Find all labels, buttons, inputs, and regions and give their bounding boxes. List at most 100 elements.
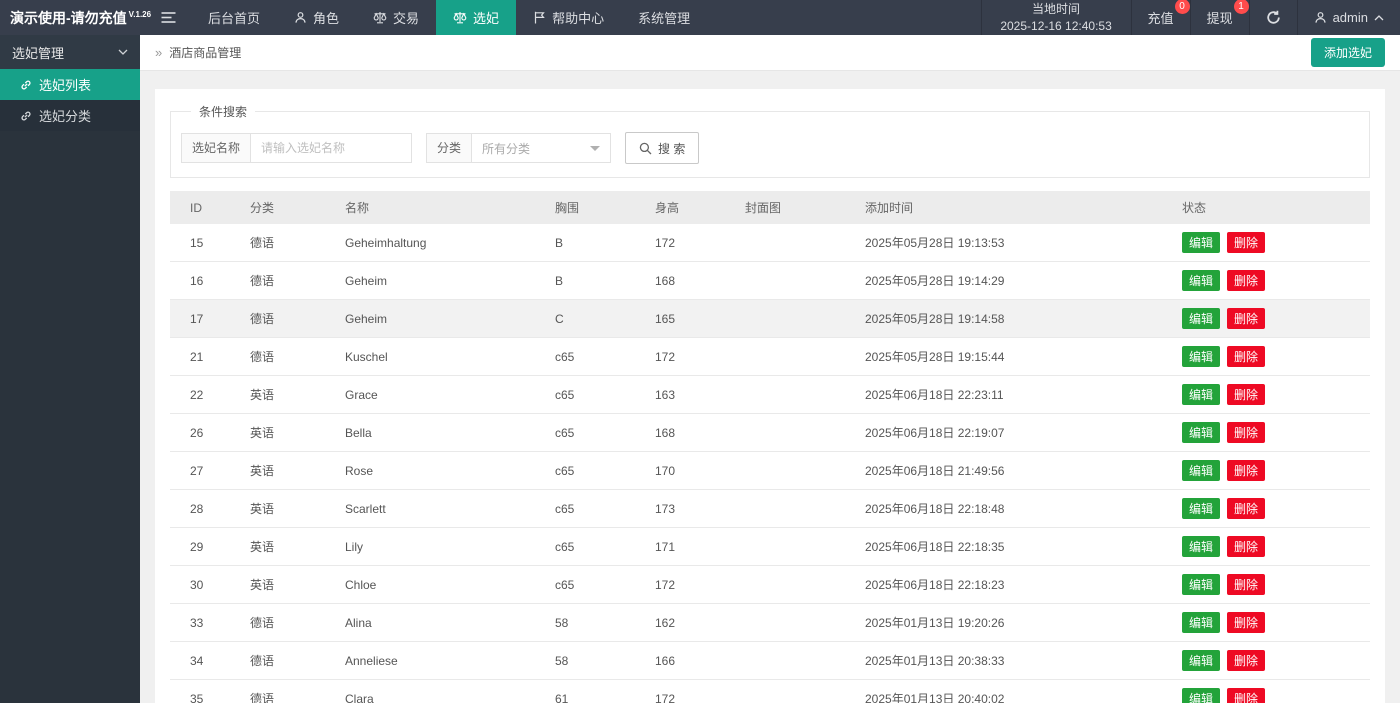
cell-id: 28 (170, 490, 240, 528)
delete-button[interactable]: 删除 (1227, 536, 1265, 557)
nav-item-system[interactable]: 系统管理 (621, 0, 707, 35)
cell-status: 编辑删除 (1172, 414, 1370, 452)
cell-height: 173 (645, 490, 735, 528)
delete-button[interactable]: 删除 (1227, 650, 1265, 671)
delete-button[interactable]: 删除 (1227, 460, 1265, 481)
edit-button[interactable]: 编辑 (1182, 384, 1220, 405)
cell-cover (735, 566, 855, 604)
delete-button[interactable]: 删除 (1227, 612, 1265, 633)
nav-item-home[interactable]: 后台首页 (191, 0, 277, 35)
search-fieldset: 条件搜索 选妃名称 分类 所有分类 (170, 103, 1370, 178)
delete-button[interactable]: 删除 (1227, 422, 1265, 443)
sidebar-group-xuanfei-management[interactable]: 选妃管理 (0, 35, 140, 69)
category-select-label: 分类 (426, 133, 471, 163)
cell-status: 编辑删除 (1172, 338, 1370, 376)
xuanfei-name-input[interactable] (250, 133, 412, 163)
chevron-down-icon (118, 49, 128, 55)
username: admin (1333, 10, 1368, 25)
person-icon (294, 11, 307, 24)
table-row: 29英语Lilyc651712025年06月18日 22:18:35编辑删除 (170, 528, 1370, 566)
column-header-name: 名称 (335, 191, 545, 224)
table-header-row: ID 分类 名称 胸围 身高 封面图 添加时间 状态 (170, 191, 1370, 224)
cell-height: 171 (645, 528, 735, 566)
edit-button[interactable]: 编辑 (1182, 308, 1220, 329)
topbar-right: 当地时间 2025-12-16 12:40:53 充值 0 提现 1 admin (981, 0, 1400, 35)
delete-button[interactable]: 删除 (1227, 498, 1265, 519)
sidebar-toggle-button[interactable] (145, 0, 191, 35)
user-menu[interactable]: admin (1297, 0, 1400, 35)
cell-id: 16 (170, 262, 240, 300)
edit-button[interactable]: 编辑 (1182, 650, 1220, 671)
edit-button[interactable]: 编辑 (1182, 498, 1220, 519)
cell-bust: c65 (545, 414, 645, 452)
main-layout: 选妃管理 选妃列表 选妃分类 » 酒店商品管理 添加选妃 (0, 35, 1400, 703)
cell-time: 2025年06月18日 22:23:11 (855, 376, 1172, 414)
search-icon (639, 142, 652, 155)
cell-status: 编辑删除 (1172, 452, 1370, 490)
cell-category: 德语 (240, 224, 335, 262)
cell-category: 英语 (240, 376, 335, 414)
nav-item-roles[interactable]: 角色 (277, 0, 356, 35)
edit-button[interactable]: 编辑 (1182, 270, 1220, 291)
nav-item-xuanfei[interactable]: 选妃 (436, 0, 516, 35)
edit-button[interactable]: 编辑 (1182, 422, 1220, 443)
cell-height: 162 (645, 604, 735, 642)
edit-button[interactable]: 编辑 (1182, 612, 1220, 633)
topbar-spacer (707, 0, 980, 35)
column-header-status: 状态 (1172, 191, 1370, 224)
edit-button[interactable]: 编辑 (1182, 688, 1220, 703)
edit-button[interactable]: 编辑 (1182, 460, 1220, 481)
sidebar-item-label: 选妃分类 (39, 106, 91, 125)
category-select[interactable]: 所有分类 (471, 133, 611, 163)
cell-name: Clara (335, 680, 545, 703)
sidebar-item-xuanfei-list[interactable]: 选妃列表 (0, 69, 140, 100)
edit-button[interactable]: 编辑 (1182, 536, 1220, 557)
cell-time: 2025年06月18日 21:49:56 (855, 452, 1172, 490)
cell-height: 172 (645, 338, 735, 376)
delete-button[interactable]: 删除 (1227, 232, 1265, 253)
cell-cover (735, 452, 855, 490)
withdraw-button[interactable]: 提现 1 (1190, 0, 1249, 35)
cell-bust: c65 (545, 338, 645, 376)
cell-height: 168 (645, 262, 735, 300)
column-header-height: 身高 (645, 191, 735, 224)
content-area: » 酒店商品管理 添加选妃 条件搜索 选妃名称 分类 (140, 35, 1400, 703)
cell-id: 26 (170, 414, 240, 452)
cell-category: 英语 (240, 566, 335, 604)
cell-height: 172 (645, 224, 735, 262)
cell-bust: B (545, 224, 645, 262)
nav-item-help-center[interactable]: 帮助中心 (516, 0, 621, 35)
cell-status: 编辑删除 (1172, 566, 1370, 604)
cell-status: 编辑删除 (1172, 528, 1370, 566)
refresh-button[interactable] (1249, 0, 1297, 35)
link-icon (20, 110, 32, 122)
column-header-bust: 胸围 (545, 191, 645, 224)
search-button[interactable]: 搜 索 (625, 132, 699, 164)
table-row: 30英语Chloec651722025年06月18日 22:18:23编辑删除 (170, 566, 1370, 604)
sidebar-item-xuanfei-category[interactable]: 选妃分类 (0, 100, 140, 131)
delete-button[interactable]: 删除 (1227, 346, 1265, 367)
cell-category: 德语 (240, 642, 335, 680)
cell-cover (735, 642, 855, 680)
nav-item-trade[interactable]: 交易 (356, 0, 436, 35)
cell-status: 编辑删除 (1172, 224, 1370, 262)
add-xuanfei-button[interactable]: 添加选妃 (1311, 38, 1385, 67)
edit-button[interactable]: 编辑 (1182, 232, 1220, 253)
category-select-value: 所有分类 (482, 140, 530, 157)
delete-button[interactable]: 删除 (1227, 270, 1265, 291)
delete-button[interactable]: 删除 (1227, 574, 1265, 595)
user-icon (1314, 11, 1327, 24)
recharge-button[interactable]: 充值 0 (1131, 0, 1190, 35)
edit-button[interactable]: 编辑 (1182, 346, 1220, 367)
cell-time: 2025年01月13日 19:20:26 (855, 604, 1172, 642)
cell-id: 30 (170, 566, 240, 604)
delete-button[interactable]: 删除 (1227, 688, 1265, 703)
delete-button[interactable]: 删除 (1227, 308, 1265, 329)
content-panel: 条件搜索 选妃名称 分类 所有分类 (155, 89, 1385, 703)
cell-status: 编辑删除 (1172, 642, 1370, 680)
cell-name: Chloe (335, 566, 545, 604)
name-input-group: 选妃名称 (181, 133, 412, 163)
table-row: 33德语Alina581622025年01月13日 19:20:26编辑删除 (170, 604, 1370, 642)
edit-button[interactable]: 编辑 (1182, 574, 1220, 595)
delete-button[interactable]: 删除 (1227, 384, 1265, 405)
